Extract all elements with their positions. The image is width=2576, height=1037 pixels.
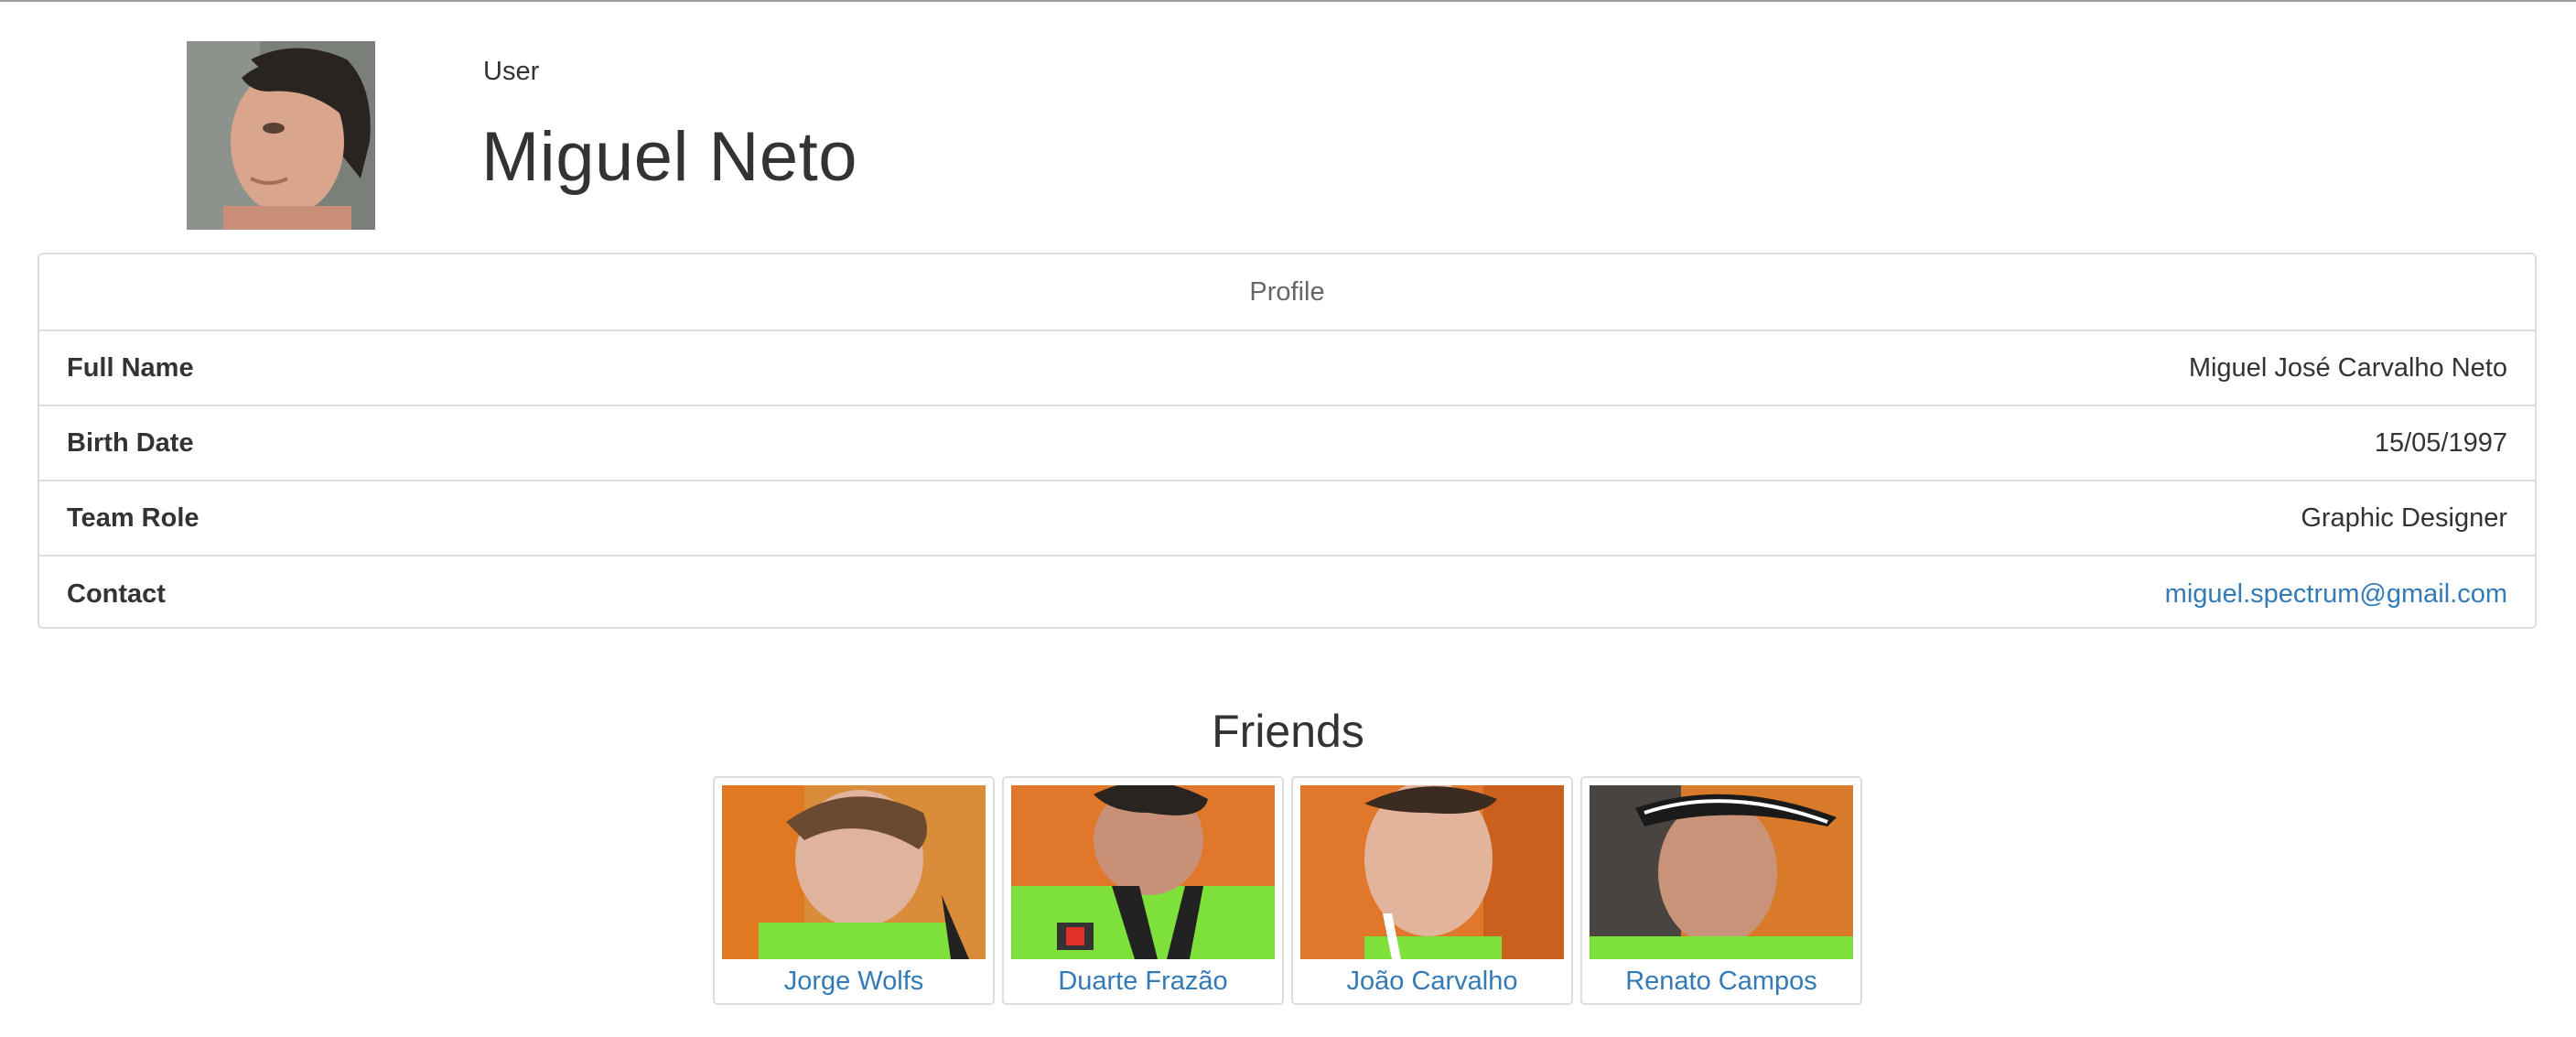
profile-row-team-role: Team Role Graphic Designer [39, 481, 2535, 556]
friend-name-link[interactable]: Duarte Frazão [1011, 967, 1275, 997]
friend-card-joao-carvalho[interactable]: João Carvalho [1291, 776, 1573, 1005]
friends-list: Jorge Wolfs Duarte Frazão João Carvalho … [713, 776, 1862, 1005]
top-border [0, 0, 2576, 2]
contact-label: Contact [67, 578, 166, 609]
user-avatar [187, 41, 375, 230]
friend-card-jorge-wolfs[interactable]: Jorge Wolfs [713, 776, 995, 1005]
friend-name-link[interactable]: Renato Campos [1590, 967, 1853, 997]
friend-name-link[interactable]: Jorge Wolfs [722, 967, 986, 997]
birth-date-label: Birth Date [67, 427, 194, 458]
profile-panel: Profile Full Name Miguel José Carvalho N… [38, 253, 2537, 629]
team-role-label: Team Role [67, 502, 199, 533]
full-name-value: Miguel José Carvalho Neto [2188, 352, 2507, 383]
friend-photo[interactable] [722, 785, 986, 959]
user-name-title: Miguel Neto [481, 118, 858, 196]
profile-panel-heading: Profile [39, 254, 2535, 331]
friends-heading: Friends [1212, 706, 1364, 757]
profile-row-contact: Contact miguel.spectrum@gmail.com [39, 556, 2535, 632]
friend-name-link[interactable]: João Carvalho [1300, 967, 1564, 997]
contact-email-link[interactable]: miguel.spectrum@gmail.com [2165, 579, 2507, 610]
user-role-label: User [483, 57, 540, 86]
team-role-value: Graphic Designer [2301, 502, 2507, 533]
profile-row-birth-date: Birth Date 15/05/1997 [39, 406, 2535, 481]
friend-card-duarte-frazao[interactable]: Duarte Frazão [1002, 776, 1284, 1005]
full-name-label: Full Name [67, 352, 194, 383]
friend-card-renato-campos[interactable]: Renato Campos [1580, 776, 1862, 1005]
friend-photo[interactable] [1300, 785, 1564, 959]
birth-date-value: 15/05/1997 [2374, 427, 2507, 458]
friend-photo[interactable] [1011, 785, 1275, 959]
friend-photo[interactable] [1590, 785, 1853, 959]
profile-row-full-name: Full Name Miguel José Carvalho Neto [39, 331, 2535, 406]
